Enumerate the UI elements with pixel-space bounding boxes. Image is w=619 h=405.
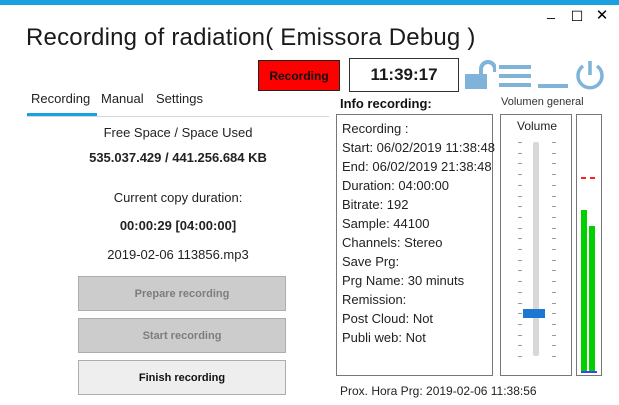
volume-label: Volume: [516, 119, 558, 133]
volume-tick: [518, 303, 522, 304]
volume-tick: [552, 335, 556, 336]
duration-label: Current copy duration:: [113, 190, 243, 205]
level-meter-left-bar: [581, 210, 587, 373]
volume-tick: [552, 206, 556, 207]
volume-tick: [518, 217, 522, 218]
recording-status-badge: Recording: [258, 60, 340, 91]
volume-tick: [552, 345, 556, 346]
volume-tick: [518, 196, 522, 197]
info-line: Remission:: [342, 292, 407, 307]
window-close-button[interactable]: ✕: [594, 6, 610, 24]
volume-tick: [518, 153, 522, 154]
volume-tick: [518, 313, 522, 314]
volume-tick: [552, 142, 556, 143]
app-title: Recording of radiation( Emissora Debug ): [26, 24, 476, 51]
volume-tick: [552, 163, 556, 164]
menu-icon[interactable]: [498, 62, 532, 90]
volume-tick: [552, 260, 556, 261]
duration-value: 00:00:29 [04:00:00]: [119, 218, 237, 233]
volume-tick: [518, 142, 522, 143]
info-line: Save Prg:: [342, 254, 400, 269]
volume-slider-track[interactable]: [533, 142, 539, 356]
volume-tick: [552, 238, 556, 239]
volume-tick: [552, 292, 556, 293]
info-line: End: 06/02/2019 21:38:48: [342, 159, 492, 174]
info-line: Channels: Stereo: [342, 235, 443, 250]
volume-tick: [518, 270, 522, 271]
volume-tick: [518, 260, 522, 261]
volume-tick: [552, 270, 556, 271]
unlock-icon[interactable]: [464, 60, 496, 90]
volume-tick: [518, 356, 522, 357]
info-line: Recording :: [342, 121, 409, 136]
volume-box: Volume: [500, 114, 572, 376]
volume-tick: [518, 281, 522, 282]
space-label: Free Space / Space Used: [103, 125, 253, 140]
finish-recording-button[interactable]: Finish recording: [78, 360, 286, 395]
minimize-icon[interactable]: [537, 62, 569, 90]
clock-display: 11:39:17: [349, 58, 459, 92]
info-line: Sample: 44100: [342, 216, 430, 231]
info-recording-box: Recording : Start: 06/02/2019 11:38:48 E…: [336, 114, 495, 376]
volume-tick: [552, 281, 556, 282]
tab-manual[interactable]: Manual: [101, 91, 144, 106]
prepare-recording-button[interactable]: Prepare recording: [78, 276, 286, 311]
tab-settings[interactable]: Settings: [156, 91, 203, 106]
volume-tick: [552, 303, 556, 304]
volume-tick: [518, 185, 522, 186]
volume-tick: [552, 356, 556, 357]
volume-tick: [518, 238, 522, 239]
volume-tick: [552, 217, 556, 218]
window-maximize-button[interactable]: ☐: [569, 8, 585, 25]
volume-tick: [518, 163, 522, 164]
volume-tick: [518, 249, 522, 250]
next-program-time: Prox. Hora Prg: 2019-02-06 11:38:56: [340, 384, 537, 398]
space-value: 535.037.429 / 441.256.684 KB: [89, 150, 267, 165]
level-meter-peak-left: [581, 177, 586, 179]
volume-tick: [552, 174, 556, 175]
start-recording-button[interactable]: Start recording: [78, 318, 286, 353]
volume-tick: [552, 228, 556, 229]
info-line: Prg Name: 30 minuts: [342, 273, 465, 288]
info-line: Publi web: Not: [342, 330, 426, 345]
level-meter-right-bar: [589, 226, 595, 373]
volume-tick: [552, 196, 556, 197]
volume-tick: [518, 345, 522, 346]
volume-tick: [518, 324, 522, 325]
power-icon[interactable]: [574, 59, 606, 91]
level-meter-baseline: [581, 371, 597, 373]
volume-tick: [518, 206, 522, 207]
volume-tick: [518, 228, 522, 229]
volume-slider-thumb[interactable]: [523, 309, 545, 319]
window-minimize-button[interactable]: _: [543, 3, 559, 19]
volume-general-label: Volumen general: [501, 96, 584, 108]
level-meter: [576, 114, 602, 376]
info-line: Duration: 04:00:00: [342, 178, 449, 193]
volume-tick: [552, 185, 556, 186]
volume-tick: [518, 174, 522, 175]
volume-tick: [552, 313, 556, 314]
info-recording-title: Info recording:: [340, 96, 432, 111]
volume-tick: [552, 153, 556, 154]
info-line: Start: 06/02/2019 11:38:48: [342, 140, 495, 155]
level-meter-peak-right: [590, 177, 595, 179]
tab-divider: [27, 116, 329, 117]
volume-tick: [518, 335, 522, 336]
info-line: Bitrate: 192: [342, 197, 409, 212]
volume-tick: [552, 324, 556, 325]
volume-tick: [518, 292, 522, 293]
info-line: Post Cloud: Not: [342, 311, 434, 326]
tab-recording[interactable]: Recording: [31, 91, 90, 106]
volume-tick: [552, 249, 556, 250]
window-accent-bar: [0, 0, 619, 5]
file-name: 2019-02-06 113856.mp3: [107, 247, 249, 262]
